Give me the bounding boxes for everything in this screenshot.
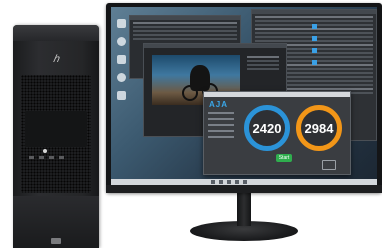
monitor-stand-neck bbox=[237, 190, 251, 226]
taskbar-app-icon[interactable] bbox=[219, 180, 223, 184]
tower-front-ports bbox=[29, 155, 83, 160]
taskbar-app-icon[interactable] bbox=[243, 180, 247, 184]
window-titlebar[interactable] bbox=[130, 16, 240, 20]
keyframe-marker-icon[interactable] bbox=[312, 36, 317, 41]
usb-port-icon bbox=[49, 156, 54, 159]
power-button-icon bbox=[43, 149, 47, 153]
keyframe-marker-icon[interactable] bbox=[312, 48, 317, 53]
tower-top-handle bbox=[13, 25, 99, 41]
aja-system-test-window[interactable]: AJA 2420 2984 Start bbox=[203, 91, 351, 175]
hp-logo-icon: ℎ bbox=[52, 54, 60, 65]
taskbar-app-icon[interactable] bbox=[227, 180, 231, 184]
settings-icon[interactable] bbox=[322, 160, 336, 170]
desktop-icon[interactable] bbox=[117, 91, 126, 100]
write-speed-value: 2420 bbox=[252, 120, 282, 136]
start-button[interactable]: Start bbox=[276, 154, 292, 162]
desktop-icon[interactable] bbox=[117, 55, 126, 64]
keyframe-marker-icon[interactable] bbox=[312, 60, 317, 65]
window-titlebar[interactable] bbox=[204, 92, 350, 97]
aja-logo: AJA bbox=[209, 100, 229, 109]
window-titlebar[interactable] bbox=[144, 44, 286, 48]
monitor-bezel bbox=[106, 185, 382, 193]
project-bin-list bbox=[244, 54, 282, 72]
keyframe-marker-icon[interactable] bbox=[312, 24, 317, 29]
usb-port-icon bbox=[39, 156, 44, 159]
usb-port-icon bbox=[59, 156, 64, 159]
write-speed-gauge: 2420 bbox=[244, 105, 290, 151]
tower-base bbox=[13, 196, 99, 248]
taskbar-app-icon[interactable] bbox=[211, 180, 215, 184]
desktop-icon[interactable] bbox=[117, 19, 126, 28]
product-photo: ℎ AJA 2420 2984 Start bbox=[0, 0, 382, 248]
model-badge-icon bbox=[51, 238, 61, 244]
rider-silhouette bbox=[190, 65, 210, 91]
read-speed-gauge: 2984 bbox=[296, 105, 342, 151]
settings-list bbox=[208, 112, 234, 142]
window-titlebar[interactable] bbox=[252, 10, 376, 14]
read-speed-value: 2984 bbox=[304, 120, 334, 136]
monitor: AJA 2420 2984 Start bbox=[106, 3, 382, 193]
workstation-tower: ℎ bbox=[13, 25, 99, 248]
usb-port-icon bbox=[29, 156, 34, 159]
taskbar-app-icon[interactable] bbox=[235, 180, 239, 184]
tower-drive-bay bbox=[25, 111, 87, 147]
desktop-screen: AJA 2420 2984 Start bbox=[111, 7, 377, 185]
desktop-icon[interactable] bbox=[117, 73, 126, 82]
desktop-icon-column bbox=[115, 19, 129, 109]
desktop-icon[interactable] bbox=[117, 37, 126, 46]
